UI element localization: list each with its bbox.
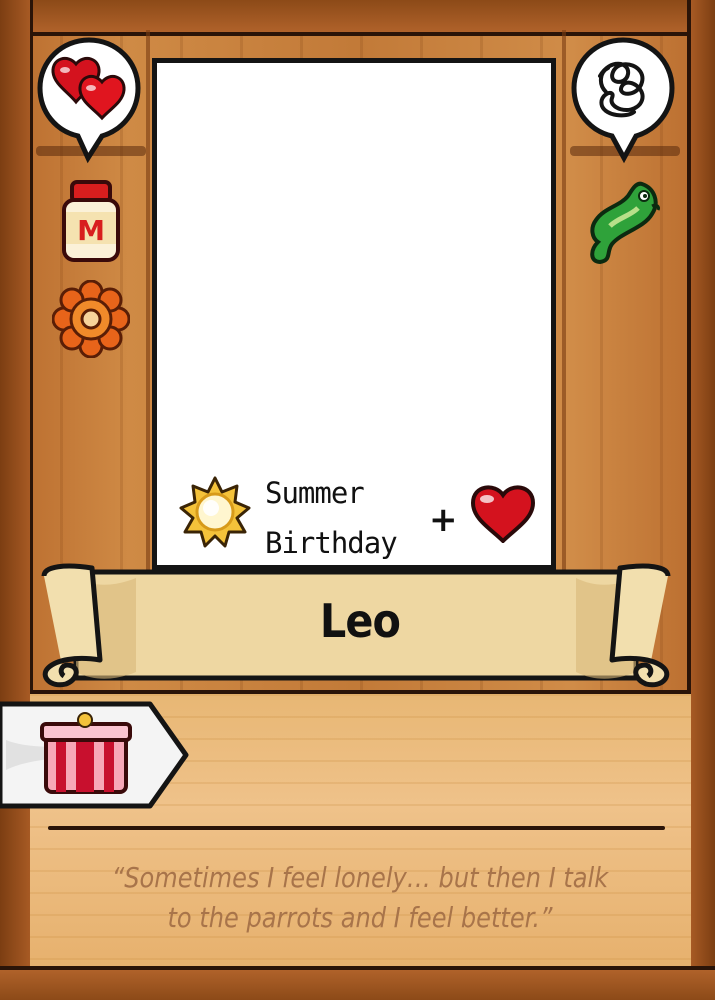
panel-divider xyxy=(48,826,665,830)
plank-seam xyxy=(562,30,566,570)
gift-box-icon xyxy=(40,712,132,794)
heart-icon xyxy=(470,485,536,543)
frame-bottom xyxy=(0,966,715,1000)
plank-seam xyxy=(146,30,150,570)
loves-bubble xyxy=(37,37,141,164)
sun-icon xyxy=(179,476,251,548)
portrait-frame: Summer Birthday + xyxy=(152,58,556,570)
mayonnaise-jar-icon: M xyxy=(62,180,120,262)
frame-top xyxy=(0,0,715,36)
birthday-season: Summer xyxy=(265,476,365,510)
frame-right xyxy=(687,0,715,1000)
svg-text:M: M xyxy=(77,214,105,247)
character-name: Leo xyxy=(319,594,401,648)
birthday-label: Summer Birthday xyxy=(265,468,398,568)
plus-sign: + xyxy=(429,500,458,540)
gift-tab xyxy=(0,701,189,809)
frame-left xyxy=(0,0,33,1000)
dislikes-bubble xyxy=(571,37,675,164)
green-fish-icon xyxy=(590,181,660,265)
character-quote: “Sometimes I feel lonely… but then I tal… xyxy=(111,861,609,934)
orange-flower-icon xyxy=(52,280,130,358)
character-card: M Summer Birthday + Leo “Sometimes I fee… xyxy=(0,0,715,1000)
